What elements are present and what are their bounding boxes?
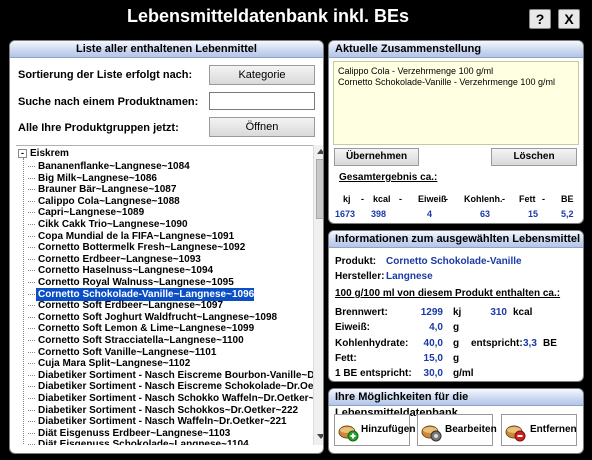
search-input[interactable] xyxy=(209,92,315,110)
actions-panel: Ihre Möglichkeiten für die Lebensmitteld… xyxy=(328,388,584,454)
sort-category-button[interactable]: Kategorie xyxy=(209,65,315,85)
manufacturer-label: Hersteller: xyxy=(335,271,385,282)
per-100g-label: 100 g/100 ml von diesem Produkt enthalte… xyxy=(335,288,561,299)
kohlenhydrate-value: 40,0 xyxy=(423,338,443,349)
totals-column-header: - xyxy=(361,194,364,204)
add-food-icon xyxy=(338,425,359,442)
brennwert-label: Brennwert: xyxy=(335,307,388,318)
window-title: Lebensmitteldatenbank inkl. BEs xyxy=(126,6,410,26)
compilation-entry[interactable]: Cornetto Schokolade-Vanille - Verzehrmen… xyxy=(338,77,574,88)
fett-label: Fett: xyxy=(335,353,357,364)
gml-unit: g/ml xyxy=(453,368,474,379)
product-info-header: Informationen zum ausgewählten Lebensmit… xyxy=(329,231,583,248)
fett-unit: g xyxy=(453,353,460,364)
be-entspricht-value: 30,0 xyxy=(423,368,443,379)
totals-column-header: - xyxy=(542,194,545,204)
food-list-header: Liste aller enthaltenen Lebenmittel xyxy=(10,41,323,58)
search-label: Suche nach einem Produktnamen: xyxy=(18,96,199,108)
totals-value: 63 xyxy=(480,209,491,219)
actions-header: Ihre Möglichkeiten für die Lebensmitteld… xyxy=(329,389,583,419)
scroll-down-icon[interactable] xyxy=(317,434,323,439)
close-button[interactable]: X xyxy=(558,9,580,29)
entspricht-label: entspricht: xyxy=(471,338,523,349)
food-tree[interactable]: - Eiskrem Bananenflanke~Langnese~1084 Big … xyxy=(16,145,323,445)
totals-column-header: BE xyxy=(561,194,574,204)
be-entspricht-label: 1 BE entspricht: xyxy=(335,368,412,379)
edit-food-icon xyxy=(421,425,442,442)
kcal-unit: kcal xyxy=(513,307,533,318)
collapse-icon[interactable]: - xyxy=(18,148,27,158)
manufacturer-value: Langnese xyxy=(386,271,433,282)
tree-guide-line xyxy=(23,158,24,445)
product-info-panel: Informationen zum ausgewählten Lebensmit… xyxy=(328,230,584,382)
totals-column-header: Fett xyxy=(519,194,536,204)
remove-button-label: Entfernen xyxy=(530,424,577,435)
totals-column-header: kj xyxy=(343,194,351,204)
kohlenhydrate-unit: g xyxy=(453,338,460,349)
totals-value: 398 xyxy=(371,209,387,219)
tree-scrollbar[interactable] xyxy=(313,145,323,445)
edit-button[interactable]: Bearbeiten xyxy=(417,414,497,446)
tree-root-label: Eiskrem xyxy=(30,148,69,159)
product-label: Produkt: xyxy=(335,256,377,267)
totals-value: 4 xyxy=(427,209,433,219)
totals-column-header: - xyxy=(445,194,448,204)
totals-column-header: kcal xyxy=(373,194,391,204)
compilation-header: Aktuelle Zusammenstellung xyxy=(329,41,583,58)
brennwert-kcal-value: 310 xyxy=(490,307,507,318)
food-list-panel: Liste aller enthaltenen Lebenmittel Sort… xyxy=(9,40,324,454)
title-bar: Lebensmitteldatenbank inkl. BEs ? X xyxy=(0,0,592,38)
totals-column-header: Eiweiß xyxy=(418,194,447,204)
totals-column-header: - xyxy=(399,194,402,204)
eiweiss-value: 4,0 xyxy=(429,322,443,333)
be-unit: BE xyxy=(543,338,557,349)
scrollbar-thumb[interactable] xyxy=(316,159,323,219)
brennwert-kj-value: 1299 xyxy=(420,307,443,318)
eiweiss-unit: g xyxy=(453,322,460,333)
remove-button[interactable]: Entfernen xyxy=(501,414,577,446)
eiweiss-label: Eiweiß: xyxy=(335,322,371,333)
sort-label: Sortierung der Liste erfolgt nach: xyxy=(18,69,193,81)
delete-button[interactable]: Löschen xyxy=(491,148,577,166)
add-button[interactable]: Hinzufügen xyxy=(334,414,415,446)
fett-value: 15,0 xyxy=(423,353,443,364)
kohlenhydrate-label: Kohlenhydrate: xyxy=(335,338,409,349)
compilation-list[interactable]: Calippo Cola - Verzehrmenge 100 g/ml Cor… xyxy=(333,61,579,145)
groups-label: Alle Ihre Produktgruppen jetzt: xyxy=(18,122,179,134)
edit-button-label: Bearbeiten xyxy=(445,424,497,435)
totals-column-header: - xyxy=(502,194,505,204)
be-value: 3,3 xyxy=(523,338,537,349)
apply-button[interactable]: Übernehmen xyxy=(334,148,419,166)
scroll-up-icon[interactable] xyxy=(317,149,323,154)
help-button[interactable]: ? xyxy=(529,9,551,29)
compilation-entry[interactable]: Calippo Cola - Verzehrmenge 100 g/ml xyxy=(338,66,574,77)
remove-food-icon xyxy=(505,425,526,442)
add-button-label: Hinzufügen xyxy=(361,424,416,435)
totals-column-header: Kohlenh. xyxy=(464,194,503,204)
tree-item[interactable]: Diät Eisgenuss Schokolade~Langnese~1104 xyxy=(28,438,249,445)
totals-value: 5,2 xyxy=(561,209,574,219)
compilation-panel: Aktuelle Zusammenstellung Calippo Cola -… xyxy=(328,40,584,224)
product-value: Cornetto Schokolade-Vanille xyxy=(386,256,522,267)
tree-root-eiskrem[interactable]: - Eiskrem xyxy=(18,147,69,160)
open-groups-button[interactable]: Öffnen xyxy=(209,117,315,137)
total-label: Gesamtergebnis ca.: xyxy=(339,172,438,183)
totals-value: 1673 xyxy=(335,209,356,219)
kj-unit: kj xyxy=(453,307,462,318)
totals-value: 15 xyxy=(528,209,539,219)
